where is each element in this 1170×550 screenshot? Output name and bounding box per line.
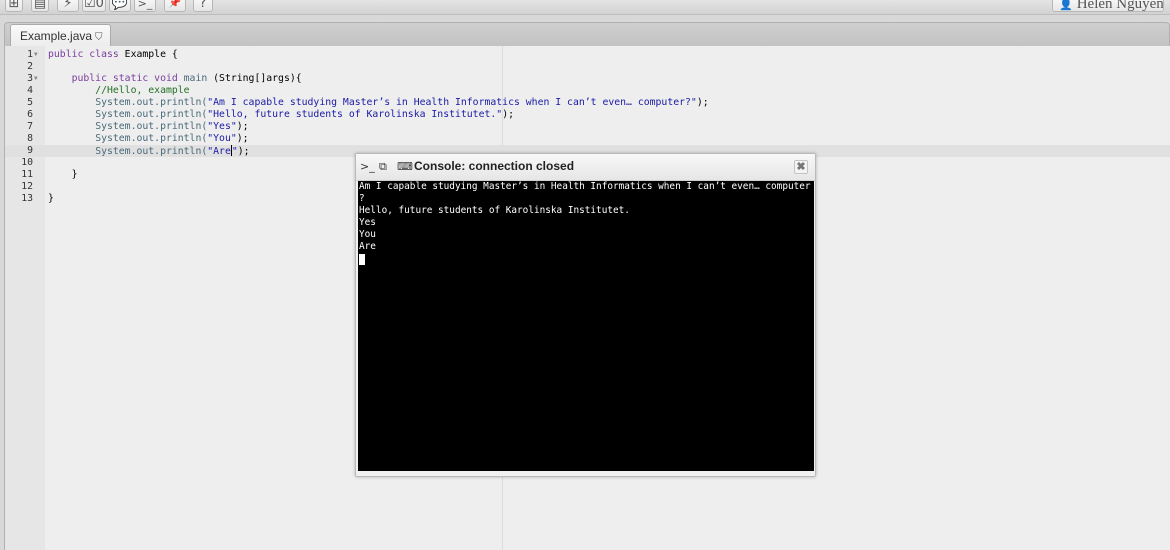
code-string: "Yes"	[207, 121, 237, 132]
code-keyword: public class	[48, 49, 119, 60]
copy-icon[interactable]: ⧉	[379, 159, 387, 174]
code-text: );	[502, 109, 514, 120]
code-line[interactable]: 6 System.out.println("Hello, future stud…	[5, 109, 1170, 121]
line-number: 5	[27, 97, 33, 108]
run-icon[interactable]: ⚡	[57, 0, 79, 12]
close-icon[interactable]: ✖	[794, 160, 808, 174]
user-menu[interactable]: 👤 Helen Nguyen	[1052, 0, 1164, 12]
line-number: 11	[21, 169, 33, 180]
code-line[interactable]: 5 System.out.println("Am I capable study…	[5, 97, 1170, 109]
line-number: 9	[27, 145, 33, 156]
code-keyword: public static void	[71, 73, 178, 84]
line-number: 12	[21, 181, 33, 192]
code-line[interactable]: 1 ▼ public class Example {	[5, 49, 1170, 61]
add-file-icon[interactable]: ⊞	[5, 0, 23, 12]
line-number: 8	[27, 133, 33, 144]
code-text: );	[236, 133, 249, 144]
user-name: Helen Nguyen	[1076, 0, 1164, 12]
terminal-output[interactable]: Am I capable studying Master’s in Health…	[358, 181, 814, 471]
terminal-line: You	[359, 229, 376, 240]
code-string: "Hello, future students of Karolinska In…	[207, 109, 503, 120]
shield-icon: ⛉	[95, 32, 103, 43]
code-identifier: main	[177, 73, 208, 84]
line-number: 6	[27, 109, 33, 120]
code-string: "You"	[207, 133, 237, 144]
terminal-line: Hello, future students of Karolinska Ins…	[359, 205, 630, 216]
code-string: "Are	[207, 146, 231, 157]
terminal-icon[interactable]: >_	[134, 0, 156, 12]
code-call: System.out.println(	[95, 121, 208, 132]
line-number: 10	[21, 157, 33, 168]
tab-strip: Example.java ⛉	[4, 22, 1170, 47]
tab-example-java[interactable]: Example.java ⛉	[10, 24, 111, 47]
line-number: 2	[27, 61, 33, 72]
code-call: System.out.println(	[95, 133, 208, 144]
terminal-icon[interactable]: >_	[360, 159, 375, 174]
line-number: 4	[27, 85, 33, 96]
code-text: (String[]args){	[207, 73, 302, 84]
code-string: "Am I capable studying Master’s in Healt…	[207, 97, 697, 108]
comment-icon[interactable]: 💬	[109, 0, 131, 12]
code-line[interactable]: 8 System.out.println("You");	[5, 133, 1170, 145]
line-number: 13	[21, 193, 33, 204]
line-number: 7	[27, 121, 33, 132]
code-line[interactable]: 7 System.out.println("Yes");	[5, 121, 1170, 133]
code-call: System.out.println(	[95, 97, 208, 108]
save-icon[interactable]: ▤	[31, 0, 49, 12]
code-call: System.out.println(	[95, 109, 208, 120]
code-text: Example {	[118, 49, 178, 60]
checklist-icon[interactable]: ☑0	[82, 0, 106, 12]
code-text: );	[237, 146, 250, 157]
help-icon[interactable]: ?	[193, 0, 213, 12]
code-text: }	[71, 169, 78, 180]
line-number: 1	[27, 49, 33, 60]
code-text: );	[696, 97, 709, 108]
code-line[interactable]: 3 ▼ public static void main (String[]arg…	[5, 73, 1170, 85]
toolbar: ⊞ ▤ ⚡ ☑0 💬 >_ 📌 ? 👤 Helen Nguyen	[0, 0, 1170, 15]
terminal-cursor	[359, 254, 365, 265]
code-comment: //Hello, example	[95, 85, 190, 96]
console-header[interactable]: >_ ⧉ ⌨ Console: connection closed ✖	[356, 154, 815, 181]
fold-arrow-icon[interactable]: ▼	[34, 49, 38, 61]
terminal-line: Are	[359, 241, 376, 252]
code-text: }	[48, 193, 54, 204]
tab-label: Example.java	[20, 29, 93, 43]
pin-icon[interactable]: 📌	[164, 0, 186, 12]
code-text: );	[236, 121, 249, 132]
fold-arrow-icon[interactable]: ▼	[34, 73, 38, 85]
terminal-line: Am I capable studying Master’s in Health…	[359, 181, 811, 192]
console-window[interactable]: >_ ⧉ ⌨ Console: connection closed ✖ Am I…	[355, 153, 816, 477]
terminal-line: ?	[359, 193, 365, 204]
terminal-line: Yes	[359, 217, 376, 228]
code-line[interactable]: 4 //Hello, example	[5, 85, 1170, 97]
console-title: Console: connection closed	[414, 159, 575, 173]
code-line[interactable]: 2	[5, 61, 1170, 73]
code-call: System.out.println(	[95, 146, 208, 157]
keyboard-icon[interactable]: ⌨	[397, 159, 413, 174]
user-icon: 👤	[1059, 0, 1073, 11]
line-number: 3	[27, 73, 33, 84]
